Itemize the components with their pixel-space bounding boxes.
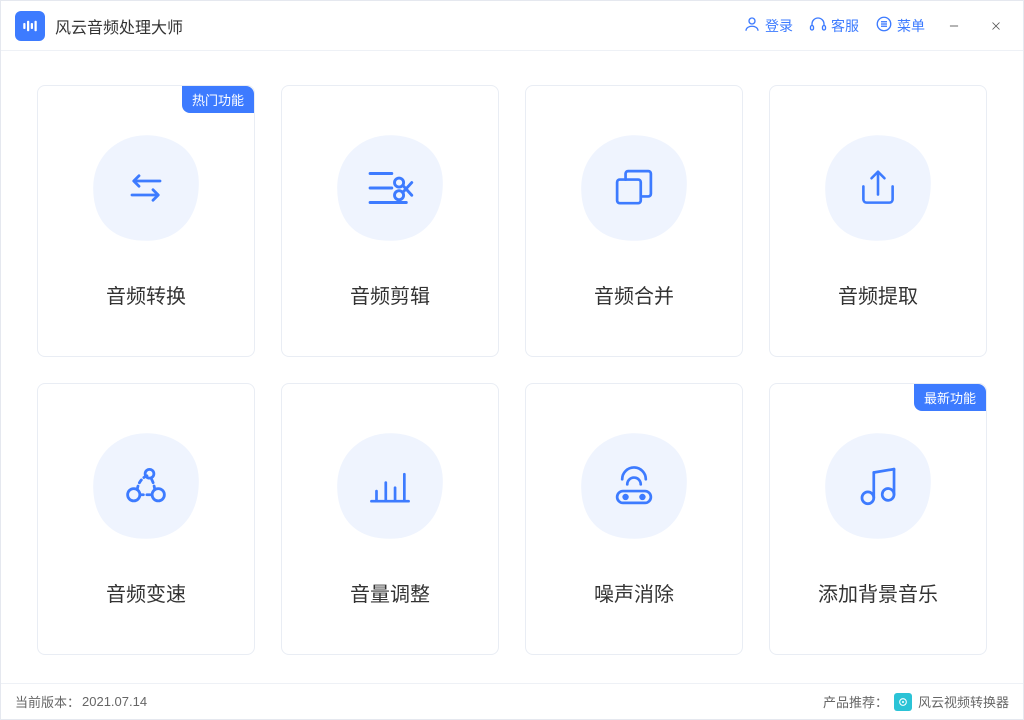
- close-button[interactable]: [983, 13, 1009, 39]
- footer: 当前版本： 2021.07.14 产品推荐： 风云视频转换器: [1, 683, 1023, 719]
- card-label: 音频转换: [106, 280, 186, 309]
- login-label: 登录: [765, 16, 793, 36]
- recommend-label: 产品推荐：: [823, 692, 888, 711]
- menu-label: 菜单: [897, 16, 925, 36]
- music-icon: [846, 454, 910, 518]
- card-noise-remove[interactable]: 噪声消除: [525, 383, 743, 655]
- card-audio-speed[interactable]: 音频变速: [37, 383, 255, 655]
- card-volume-adjust[interactable]: 音量调整: [281, 383, 499, 655]
- app-logo: [15, 11, 45, 41]
- card-add-bgm[interactable]: 最新功能 添加背景音乐: [769, 383, 987, 655]
- volume-bars-icon: [358, 454, 422, 518]
- menu-icon: [875, 15, 893, 36]
- titlebar: 风云音频处理大师 登录 客服 菜单: [1, 1, 1023, 51]
- badge-new: 最新功能: [914, 384, 986, 411]
- service-button[interactable]: 客服: [809, 15, 859, 36]
- login-button[interactable]: 登录: [743, 15, 793, 36]
- app-title: 风云音频处理大师: [55, 14, 183, 38]
- version-label: 当前版本：: [15, 692, 80, 711]
- menu-button[interactable]: 菜单: [875, 15, 925, 36]
- recommend-link[interactable]: 风云视频转换器: [894, 692, 1009, 711]
- extract-icon: [846, 156, 910, 220]
- convert-icon: [114, 156, 178, 220]
- user-icon: [743, 15, 761, 36]
- merge-icon: [602, 156, 666, 220]
- recommend-logo-icon: [894, 693, 912, 711]
- card-label: 音频合并: [594, 280, 674, 309]
- card-label: 音频提取: [838, 280, 918, 309]
- card-audio-cut[interactable]: 音频剪辑: [281, 85, 499, 357]
- headset-icon: [809, 15, 827, 36]
- card-audio-extract[interactable]: 音频提取: [769, 85, 987, 357]
- speed-icon: [114, 454, 178, 518]
- minimize-button[interactable]: [941, 13, 967, 39]
- scissors-icon: [358, 156, 422, 220]
- card-label: 音量调整: [350, 578, 430, 607]
- card-audio-merge[interactable]: 音频合并: [525, 85, 743, 357]
- noise-icon: [602, 454, 666, 518]
- feature-grid: 热门功能 音频转换 音频剪辑: [1, 51, 1023, 683]
- service-label: 客服: [831, 16, 859, 36]
- card-label: 音频变速: [106, 578, 186, 607]
- card-audio-convert[interactable]: 热门功能 音频转换: [37, 85, 255, 357]
- card-label: 噪声消除: [594, 578, 674, 607]
- card-label: 音频剪辑: [350, 280, 430, 309]
- version-value: 2021.07.14: [82, 694, 147, 709]
- badge-hot: 热门功能: [182, 86, 254, 113]
- recommend-product: 风云视频转换器: [918, 692, 1009, 711]
- card-label: 添加背景音乐: [818, 578, 938, 607]
